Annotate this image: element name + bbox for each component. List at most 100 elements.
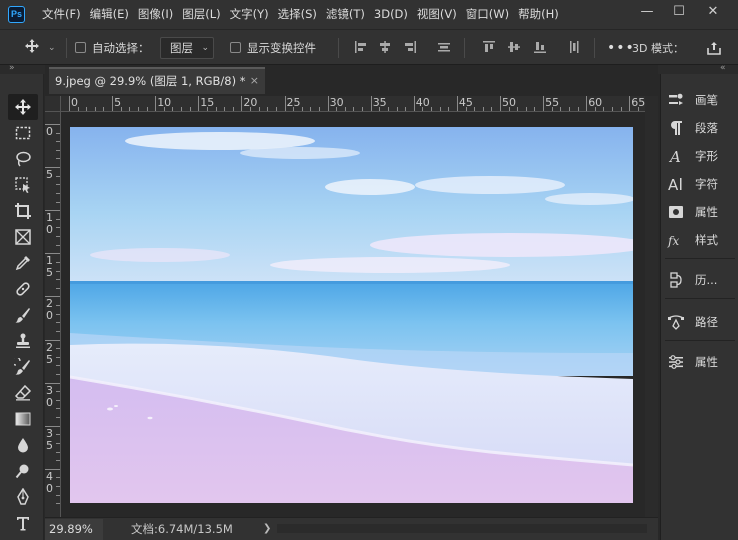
menu-layer[interactable]: 图层(L) — [178, 0, 224, 29]
ruler-minor-tick — [120, 107, 122, 111]
horizontal-ruler[interactable]: 0 5 10 15 20 25 30 35 40 45 50 55 60 65 — [45, 96, 645, 112]
brush-tool[interactable] — [8, 302, 38, 328]
align-top-icon[interactable] — [482, 40, 496, 54]
distribute-v-icon[interactable] — [567, 40, 581, 54]
bandage-icon — [16, 282, 30, 296]
ruler-minor-tick — [56, 149, 60, 151]
stamp-tool[interactable] — [8, 328, 38, 354]
eyedropper-tool[interactable] — [8, 250, 38, 276]
eraser-tool[interactable] — [8, 380, 38, 406]
document-image[interactable] — [70, 127, 633, 503]
align-center-h-icon[interactable] — [378, 40, 392, 54]
show-transform-checkbox[interactable]: 显示变换控件 — [230, 30, 316, 65]
marquee-tool[interactable] — [8, 120, 38, 146]
ruler-minor-tick — [448, 107, 450, 111]
ruler-minor-tick — [250, 107, 252, 111]
pen-tool[interactable] — [8, 484, 38, 510]
ruler-minor-tick — [137, 107, 139, 111]
menu-edit[interactable]: 编辑(E) — [86, 0, 133, 29]
minimize-button[interactable]: — — [634, 3, 660, 21]
gradient-tool[interactable] — [8, 406, 38, 432]
ruler-minor-tick — [172, 107, 174, 111]
lasso-tool[interactable] — [8, 146, 38, 172]
history-icon — [670, 272, 682, 288]
ruler-major-tick — [413, 96, 415, 111]
eyedropper-icon — [15, 256, 30, 271]
status-bar: 29.89% 文档:6.74M/13.5M ❯ — [45, 517, 658, 540]
ruler-minor-tick — [517, 107, 519, 111]
type-tool[interactable] — [8, 510, 38, 536]
align-right-icon[interactable] — [403, 40, 417, 54]
panel-history[interactable]: 历... — [667, 268, 733, 292]
panel-properties[interactable]: 属性 — [667, 200, 733, 224]
frame-tool[interactable] — [8, 224, 38, 250]
panel-styles[interactable]: fx 样式 — [667, 228, 733, 252]
status-menu-icon[interactable]: ❯ — [263, 518, 271, 540]
dodge-tool[interactable] — [8, 458, 38, 484]
move-tool[interactable] — [8, 94, 38, 120]
close-button[interactable]: ✕ — [700, 3, 726, 21]
ruler-minor-tick — [103, 107, 105, 111]
ruler-v-label: 4 0 — [46, 469, 53, 495]
auto-select-checkbox[interactable]: 自动选择： — [75, 30, 150, 65]
share-icon[interactable] — [706, 30, 722, 65]
ruler-minor-tick — [94, 107, 96, 111]
ruler-minor-tick — [56, 503, 60, 505]
object-select-tool[interactable] — [8, 172, 38, 198]
expand-toolbar-icon[interactable]: » — [9, 63, 15, 73]
menu-image[interactable]: 图像(I) — [134, 0, 177, 29]
ruler-origin[interactable] — [45, 96, 61, 112]
distribute-h-icon[interactable] — [437, 40, 451, 54]
align-middle-v-icon[interactable] — [507, 40, 521, 54]
align-left-icon[interactable] — [354, 40, 368, 54]
menu-help[interactable]: 帮助(H) — [514, 0, 563, 29]
ruler-minor-tick — [56, 236, 60, 238]
type-icon — [17, 517, 29, 531]
ruler-minor-tick — [56, 460, 60, 462]
menu-type[interactable]: 文字(Y) — [226, 0, 273, 29]
ruler-major-tick — [155, 96, 157, 111]
healing-tool[interactable] — [8, 276, 38, 302]
menu-window[interactable]: 窗口(W) — [462, 0, 513, 29]
canvas-area[interactable] — [62, 113, 645, 517]
panel-glyphs[interactable]: A 字形 — [667, 144, 733, 168]
maximize-button[interactable]: ☐ — [666, 3, 692, 21]
menu-file[interactable]: 文件(F) — [38, 0, 85, 29]
ruler-minor-tick — [551, 107, 553, 111]
menu-view[interactable]: 视图(V) — [413, 0, 461, 29]
horizontal-scrollbar[interactable] — [277, 524, 647, 533]
menu-3d[interactable]: 3D(D) — [370, 0, 412, 29]
ruler-minor-tick — [224, 107, 226, 111]
vertical-ruler[interactable]: 0 5 1 0 1 5 2 0 2 5 3 0 3 5 4 0 — [45, 112, 61, 517]
ruler-minor-tick — [56, 330, 60, 332]
panel-label: 段落 — [695, 121, 718, 135]
zoom-level-field[interactable]: 29.89% — [45, 519, 103, 540]
menu-filter[interactable]: 滤镜(T) — [322, 0, 369, 29]
panel-adjust-properties[interactable]: 属性 — [667, 350, 733, 374]
panel-brush-settings[interactable]: 画笔 — [667, 88, 733, 112]
ruler-minor-tick — [56, 132, 60, 134]
panel-label: 属性 — [695, 355, 718, 369]
collapse-dock-icon[interactable]: « — [720, 63, 726, 73]
menu-select[interactable]: 选择(S) — [274, 0, 321, 29]
vertical-scrollbar[interactable] — [645, 96, 658, 517]
panel-paths[interactable]: 路径 — [667, 310, 733, 334]
crop-tool[interactable] — [8, 198, 38, 224]
panel-character[interactable]: A 字符 — [667, 172, 733, 196]
auto-select-dropdown[interactable]: 图层 ⌄ — [160, 37, 214, 59]
align-bottom-icon[interactable] — [533, 40, 547, 54]
ruler-major-tick — [69, 96, 70, 111]
blur-tool[interactable] — [8, 432, 38, 458]
history-brush-tool[interactable] — [8, 354, 38, 380]
ruler-minor-tick — [56, 305, 60, 307]
ruler-v-label: 0 — [46, 125, 53, 138]
ruler-minor-tick — [56, 417, 60, 419]
panel-dock: 画笔 段落 A 字形 A 字符 属性 fx 样式 历... 路径 属性 — [660, 74, 738, 540]
ruler-minor-tick — [508, 107, 510, 111]
document-tab[interactable]: 9.jpeg @ 29.9% (图层 1, RGB/8) * × — [49, 67, 265, 94]
move-tool-preset[interactable]: ⌄ — [24, 30, 56, 65]
panel-paragraph[interactable]: 段落 — [667, 116, 733, 140]
more-options-icon[interactable]: ••• — [607, 30, 635, 65]
chevron-down-icon: ⌄ — [201, 43, 209, 53]
close-tab-icon[interactable]: × — [250, 69, 259, 93]
